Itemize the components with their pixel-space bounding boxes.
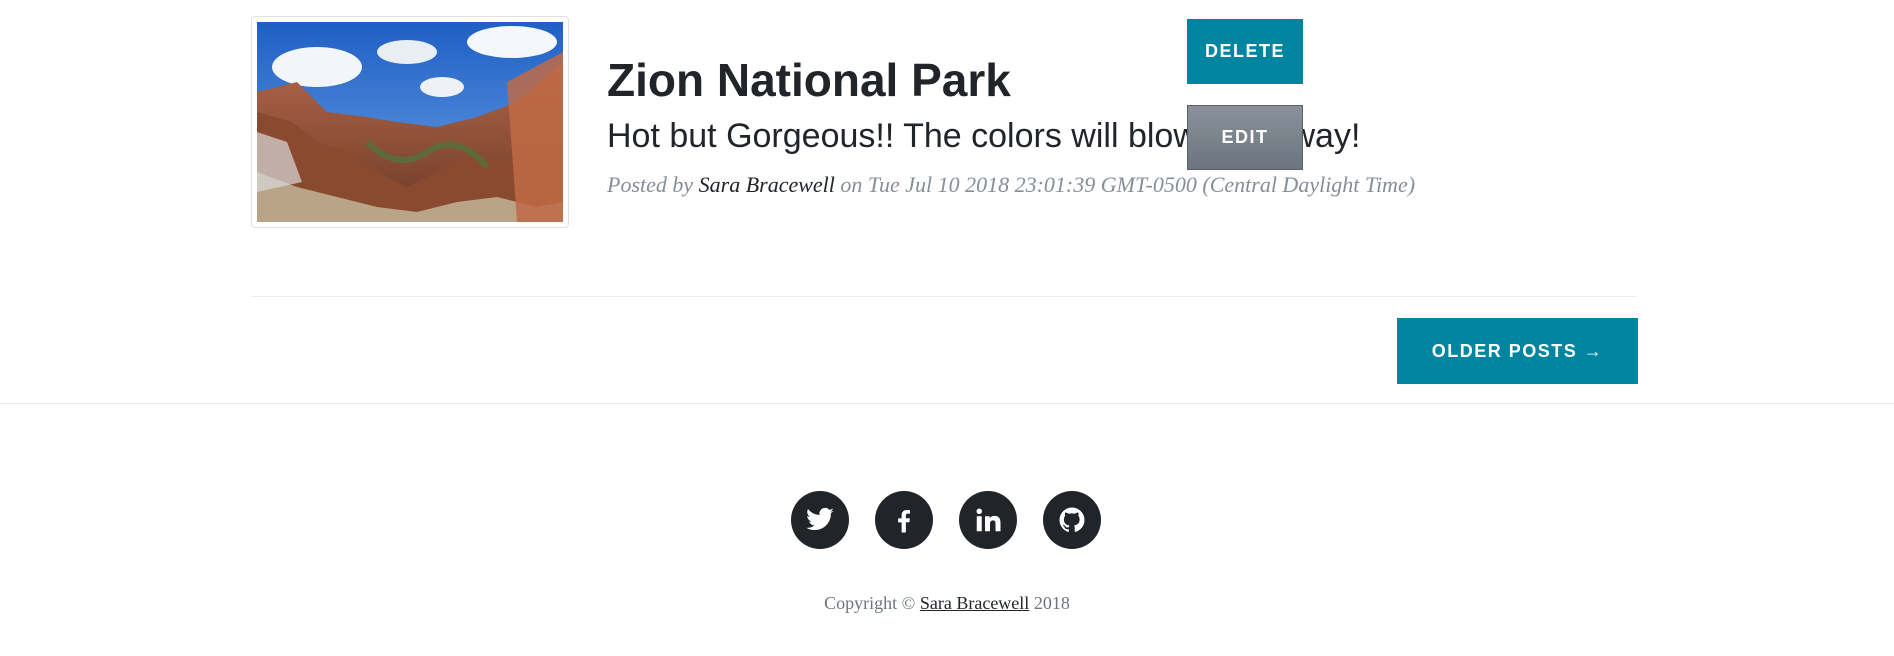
github-icon [1059, 507, 1085, 532]
post-meta: Posted by Sara Bracewell on Tue Jul 10 2… [607, 168, 1417, 201]
post-meta-date: on Tue Jul 10 2018 23:01:39 GMT-0500 (Ce… [834, 172, 1416, 197]
facebook-icon [898, 510, 910, 533]
copyright-prefix: Copyright © [824, 593, 920, 613]
delete-button[interactable]: DELETE [1187, 19, 1303, 84]
older-posts-button[interactable]: OLDER POSTS → [1397, 318, 1638, 384]
copyright-year: 2018 [1029, 593, 1070, 613]
github-link[interactable] [1043, 491, 1101, 549]
landscape-photo-icon [257, 22, 563, 222]
post-thumbnail[interactable] [251, 16, 569, 228]
social-links [791, 491, 1101, 549]
linkedin-icon [976, 508, 1001, 532]
facebook-link[interactable] [875, 491, 933, 549]
twitter-icon [806, 507, 834, 531]
copyright-author-link[interactable]: Sara Bracewell [920, 593, 1029, 613]
copyright: Copyright © Sara Bracewell 2018 [0, 593, 1894, 614]
post-meta-prefix: Posted by [607, 172, 699, 197]
twitter-link[interactable] [791, 491, 849, 549]
linkedin-link[interactable] [959, 491, 1017, 549]
post-preview: Zion National Park Hot but Gorgeous!! Th… [251, 16, 1637, 236]
edit-button[interactable]: EDIT [1187, 105, 1303, 170]
footer-divider [0, 403, 1894, 404]
post-divider [251, 296, 1637, 297]
post-author-link[interactable]: Sara Bracewell [699, 172, 835, 197]
